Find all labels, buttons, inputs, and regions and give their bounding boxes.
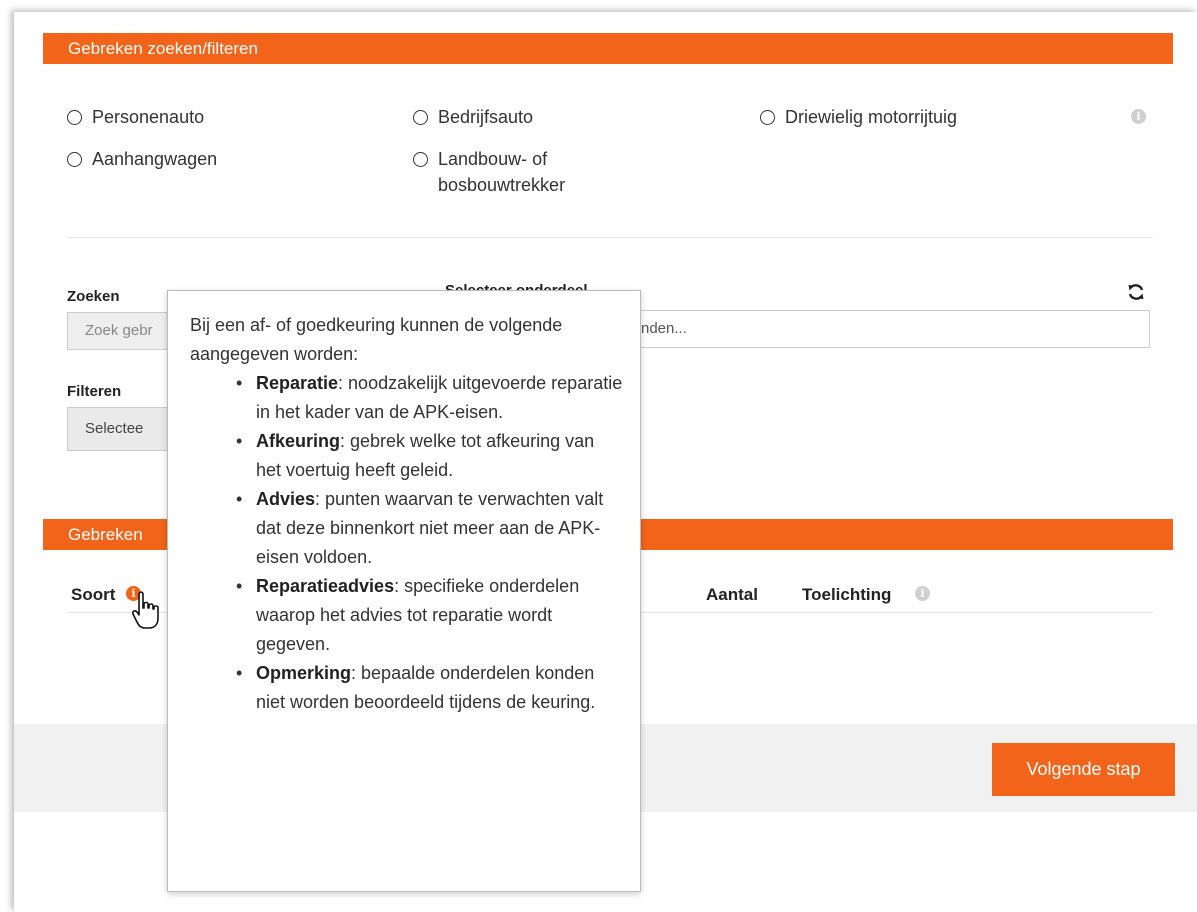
radio-circle[interactable] <box>760 110 775 125</box>
filter-label: Filteren <box>67 383 122 400</box>
radio-landbouw[interactable]: Landbouw- of bosbouwtrekker <box>413 146 633 198</box>
column-header-soort: Soort <box>71 585 116 604</box>
tooltip-item-opmerking: Opmerking: bepaalde onderdelen konden ni… <box>236 659 624 717</box>
search-section-header: Gebreken zoeken/filteren <box>43 33 1173 64</box>
radio-circle[interactable] <box>67 110 82 125</box>
radio-circle[interactable] <box>413 110 428 125</box>
radio-label: Personenauto <box>92 107 205 127</box>
radio-personenauto[interactable]: Personenauto <box>67 104 204 130</box>
refresh-icon[interactable] <box>1126 282 1146 302</box>
search-label: Zoeken <box>67 288 120 305</box>
tooltip-item-reparatieadvies: Reparatieadvies: specifieke onderdelen w… <box>236 572 624 659</box>
toelichting-info-icon[interactable]: i <box>915 586 930 601</box>
tooltip-term: Reparatie <box>256 373 339 393</box>
radio-driewielig[interactable]: Driewielig motorrijtuig <box>760 104 957 130</box>
tooltip-item-advies: Advies: punten waarvan te verwachten val… <box>236 485 624 572</box>
radio-label: Aanhangwagen <box>92 149 218 169</box>
tooltip-term: Opmerking <box>256 663 352 683</box>
radio-label: Driewielig motorrijtuig <box>785 107 958 127</box>
section-divider <box>67 237 1153 238</box>
next-step-button[interactable]: Volgende stap <box>992 743 1175 796</box>
tooltip-list: Reparatie: noodzakelijk uitgevoerde repa… <box>190 369 624 717</box>
radio-aanhangwagen[interactable]: Aanhangwagen <box>67 146 217 172</box>
radio-label: Landbouw- of bosbouwtrekker <box>438 149 566 195</box>
tooltip-term: Reparatieadvies <box>256 576 395 596</box>
tooltip-intro: Bij een af- of goedkeuring kunnen de vol… <box>190 315 563 364</box>
tooltip-term: Advies <box>256 489 316 509</box>
select-part-placeholder: nden... <box>641 320 687 337</box>
tooltip-term: Afkeuring <box>256 431 341 451</box>
hand-pointer-icon <box>132 591 159 629</box>
info-icon[interactable]: i <box>1131 109 1146 124</box>
column-header-aantal: Aantal <box>706 585 758 604</box>
soort-tooltip: Bij een af- of goedkeuring kunnen de vol… <box>167 290 641 892</box>
radio-circle[interactable] <box>413 152 428 167</box>
column-header-toelichting: Toelichting <box>802 585 892 604</box>
radio-label: Bedrijfsauto <box>438 107 534 127</box>
tooltip-item-afkeuring: Afkeuring: gebrek welke tot afkeuring va… <box>236 427 624 485</box>
radio-circle[interactable] <box>67 152 82 167</box>
radio-bedrijfsauto[interactable]: Bedrijfsauto <box>413 104 533 130</box>
tooltip-item-reparatie: Reparatie: noodzakelijk uitgevoerde repa… <box>236 369 624 427</box>
